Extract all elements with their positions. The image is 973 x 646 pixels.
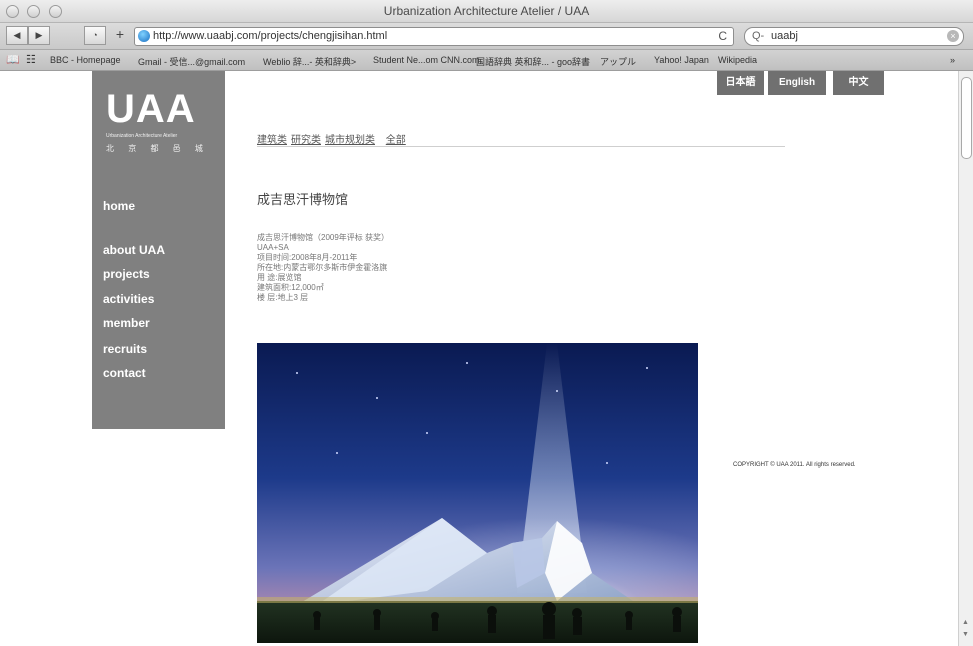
address-bar[interactable]: http://www.uaabj.com/projects/chengjisih… (134, 27, 734, 46)
scroll-down-icon[interactable]: ▼ (961, 631, 970, 641)
vertical-scrollbar[interactable]: ▲ ▼ (958, 71, 973, 646)
page-content: UAA Urbanization Architecture Atelier 北 … (0, 71, 958, 646)
category-tabs: 建筑类 研究类 城市规划类 全部 (257, 131, 410, 146)
bookmark-item[interactable]: Wikipedia (718, 55, 757, 65)
bookmark-item[interactable]: Student Ne...om CNN.com (373, 55, 480, 65)
category-divider (257, 146, 785, 147)
globe-icon (138, 30, 150, 42)
project-detail-line: 所在地:内蒙古鄂尔多斯市伊金霍洛旗 (257, 263, 388, 272)
search-icon: Q- (752, 30, 765, 42)
project-detail-line: 楼 层:地上3 层 (257, 293, 309, 302)
bookmarks-overflow-icon[interactable]: » (950, 55, 955, 65)
nav-activities[interactable]: activities (103, 292, 154, 306)
search-input[interactable]: uaabj (771, 30, 798, 42)
nav-member[interactable]: member (103, 316, 150, 330)
category-research[interactable]: 研究类 (291, 135, 321, 146)
site-sidebar: UAA Urbanization Architecture Atelier 北 … (92, 71, 225, 429)
browser-toolbar: ◀ ▶ ◔ + http://www.uaabj.com/projects/ch… (0, 23, 973, 50)
nav-recruits[interactable]: recruits (103, 342, 147, 356)
bookmark-item[interactable]: アップル (600, 55, 636, 68)
museum-night-render (257, 343, 698, 643)
project-detail-line: UAA+SA (257, 243, 289, 252)
top-sites-icon[interactable]: ☷ (26, 53, 36, 66)
nav-projects[interactable]: projects (103, 267, 150, 281)
bookmark-item[interactable]: Yahoo! Japan (654, 55, 709, 65)
address-url[interactable]: http://www.uaabj.com/projects/chengjisih… (153, 30, 387, 42)
lang-chinese-button[interactable]: 中文 (833, 71, 884, 95)
clear-search-icon[interactable]: × (947, 30, 959, 42)
site-logo[interactable]: UAA (106, 87, 196, 132)
forward-button[interactable]: ▶ (28, 26, 50, 45)
bookmark-item[interactable]: BBC - Homepage (50, 55, 121, 65)
window-titlebar: Urbanization Architecture Atelier / UAA (0, 0, 973, 23)
project-photo (257, 343, 698, 643)
add-bookmark-icon[interactable]: + (112, 26, 128, 43)
bookmark-item[interactable]: Weblio 辞...- 英和辞典> (263, 55, 356, 68)
nav-contact[interactable]: contact (103, 366, 146, 380)
project-detail-line: 用 途:展览馆 (257, 273, 302, 282)
reload-icon[interactable]: C (718, 29, 727, 43)
project-detail-line: 建筑面积:12,000㎡ (257, 283, 324, 292)
category-separator (379, 135, 382, 146)
project-details: 成吉思汗博物馆（2009年评标 获奖） UAA+SA 项目时间:2008年8月-… (257, 233, 389, 303)
category-architecture[interactable]: 建筑类 (257, 135, 287, 146)
copyright-text: COPYRIGHT © UAA 2011. All rights reserve… (733, 462, 856, 468)
scroll-up-icon[interactable]: ▲ (961, 619, 970, 629)
bookmarks-bar: 📖 ☷ BBC - Homepage Gmail - 受信...@gmail.c… (0, 50, 973, 71)
bookmark-item[interactable]: 国語辞典 英和辞... - goo辞書 (476, 55, 590, 68)
back-button[interactable]: ◀ (6, 26, 28, 45)
nav-home[interactable]: home (103, 199, 135, 213)
window-title: Urbanization Architecture Atelier / UAA (383, 4, 590, 18)
project-detail-line: 项目时间:2008年8月-2011年 (257, 253, 358, 262)
logo-subtitle: Urbanization Architecture Atelier (106, 133, 178, 139)
bookmark-item[interactable]: Gmail - 受信...@gmail.com (138, 55, 245, 68)
history-button[interactable]: ◔ (84, 26, 106, 45)
logo-chinese: 北 京 都 邑 城 (106, 144, 209, 153)
category-urban-planning[interactable]: 城市规划类 (325, 135, 375, 146)
project-detail-line: 成吉思汗博物馆（2009年评标 获奖） (257, 233, 390, 242)
scrollbar-thumb[interactable] (961, 77, 972, 159)
category-all[interactable]: 全部 (386, 135, 406, 146)
reading-list-icon[interactable]: 📖 (6, 53, 20, 66)
search-field[interactable]: Q- uaabj × (744, 27, 964, 46)
nav-about[interactable]: about UAA (103, 243, 165, 257)
lang-japanese-button[interactable]: 日本語 (717, 71, 764, 95)
lang-english-button[interactable]: English (768, 71, 826, 95)
project-title: 成吉思汗博物馆 (257, 192, 349, 207)
